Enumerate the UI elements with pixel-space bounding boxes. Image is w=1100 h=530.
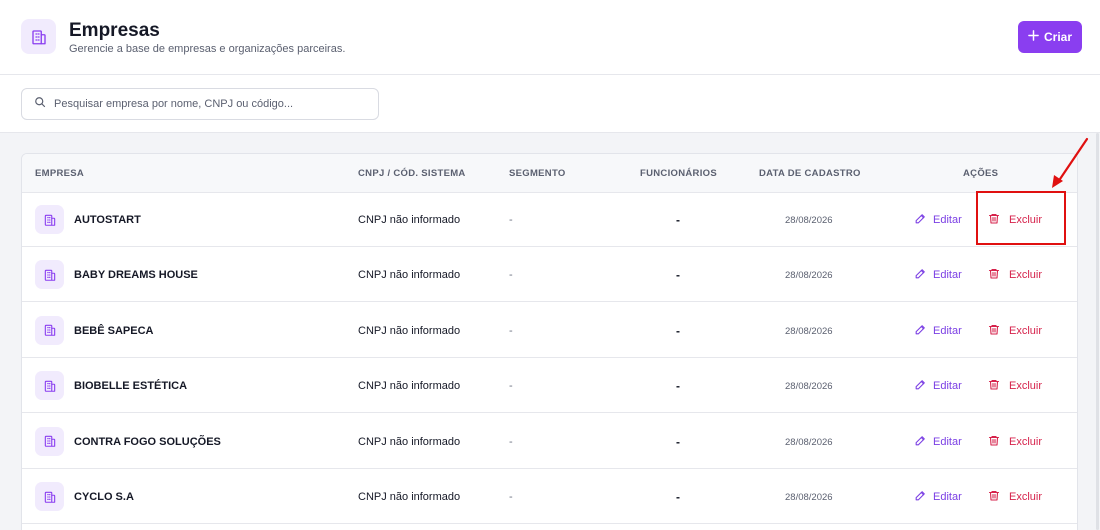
pencil-icon [914, 323, 927, 339]
edit-button[interactable]: Editar [914, 377, 962, 395]
search-input[interactable] [54, 98, 364, 110]
companies-table: EMPRESA CNPJ / CÓD. SISTEMA SEGMENTO FUN… [21, 153, 1078, 530]
edit-button-label: Editar [933, 269, 962, 282]
company-name: BIOBELLE ESTÉTICA [74, 380, 188, 393]
segment-value: - [509, 380, 513, 393]
delete-button-label: Excluir [1009, 380, 1043, 393]
edit-button[interactable]: Editar [914, 433, 962, 451]
delete-button-label: Excluir [1009, 435, 1043, 448]
table-row[interactable]: CONTRA FOGO SOLUÇÕES CNPJ não informado - -… [22, 414, 1077, 469]
column-header-empresa: EMPRESA [35, 168, 85, 179]
building-icon [35, 482, 64, 511]
page-header: Empresas Gerencie a base de empresas e o… [0, 0, 1100, 75]
delete-button[interactable]: Excluir [988, 433, 1042, 451]
cnpj-value: CNPJ não informado [358, 491, 461, 503]
page-subtitle: Gerencie a base de empresas e organizaçõ… [69, 43, 346, 55]
delete-button[interactable]: Excluir [988, 211, 1042, 229]
delete-button-label: Excluir [1009, 324, 1043, 337]
page-title: Empresas [69, 20, 160, 41]
registration-date: 28/08/2026 [785, 270, 833, 282]
building-icon [35, 371, 64, 401]
employees-value: - [676, 213, 680, 227]
segment-value: - [509, 269, 513, 282]
pencil-icon [914, 267, 927, 283]
pencil-icon [914, 489, 927, 505]
search-field[interactable] [21, 88, 379, 120]
column-header-acoes: AÇÕES [963, 168, 999, 179]
segment-value: - [509, 435, 513, 448]
create-button-label: Criar [1043, 30, 1072, 44]
company-name: AUTOSTART [74, 214, 141, 226]
registration-date: 28/08/2026 [785, 325, 833, 337]
table-row[interactable]: BEBÊ SAPECA CNPJ não informado - - 28/08/202… [22, 303, 1077, 358]
delete-button-label: Excluir [1009, 491, 1043, 503]
employees-value: - [676, 268, 680, 283]
pencil-icon [914, 434, 927, 450]
trash-icon [988, 489, 1000, 505]
registration-date: 28/08/2026 [785, 381, 833, 393]
scrollbar-thumb[interactable] [1096, 133, 1099, 530]
pencil-icon [914, 212, 927, 228]
segment-value: - [509, 214, 513, 226]
registration-date: 28/08/2026 [785, 492, 833, 503]
edit-button-label: Editar [933, 214, 962, 226]
cnpj-value: CNPJ não informado [358, 435, 461, 448]
trash-icon [988, 434, 1000, 450]
delete-button[interactable]: Excluir [988, 322, 1042, 340]
company-name: CONTRA FOGO SOLUÇÕES [74, 435, 221, 448]
edit-button-label: Editar [933, 380, 962, 393]
edit-button-label: Editar [933, 435, 962, 448]
edit-button[interactable]: Editar [914, 266, 962, 284]
table-row[interactable]: AUTOSTART CNPJ não informado - - 28/08/2026 E… [22, 192, 1077, 247]
cnpj-value: CNPJ não informado [358, 380, 461, 393]
registration-date: 28/08/2026 [785, 215, 833, 226]
delete-button[interactable]: Excluir [988, 266, 1042, 284]
column-header-segmento: SEGMENTO [509, 168, 566, 179]
cnpj-value: CNPJ não informado [358, 214, 461, 226]
trash-icon [988, 323, 1000, 339]
edit-button-label: Editar [933, 324, 962, 337]
table-row[interactable]: BIOBELLE ESTÉTICA CNPJ não informado - - 28/… [22, 358, 1077, 414]
table-header: EMPRESA CNPJ / CÓD. SISTEMA SEGMENTO FUN… [22, 154, 1077, 193]
search-bar [0, 75, 1100, 133]
employees-value: - [676, 434, 680, 449]
edit-button[interactable]: Editar [914, 322, 962, 340]
create-button[interactable]: Criar [1018, 21, 1082, 53]
search-icon [34, 95, 46, 113]
building-icon [21, 19, 56, 54]
column-header-data-cadastro: DATA DE CADASTRO [759, 168, 861, 179]
column-header-funcionarios: FUNCIONÁRIOS [640, 168, 717, 179]
company-name: CYCLO S.A [74, 491, 134, 503]
segment-value: - [509, 491, 513, 503]
edit-button-label: Editar [933, 491, 962, 503]
employees-value: - [676, 323, 680, 338]
building-icon [35, 205, 64, 234]
company-name: BABY DREAMS HOUSE [74, 269, 198, 282]
pencil-icon [914, 378, 927, 394]
plus-icon [1028, 30, 1039, 44]
building-icon [35, 315, 64, 345]
delete-button[interactable]: Excluir [988, 377, 1042, 395]
cnpj-value: CNPJ não informado [358, 324, 461, 337]
edit-button[interactable]: Editar [914, 488, 962, 506]
delete-button-label: Excluir [1009, 214, 1043, 226]
trash-icon [988, 378, 1000, 394]
table-row[interactable]: CYCLO S.A CNPJ não informado - - 28/08/2026 E… [22, 469, 1077, 524]
building-icon [35, 426, 64, 456]
registration-date: 28/08/2026 [785, 436, 833, 448]
delete-button-label: Excluir [1009, 269, 1043, 282]
segment-value: - [509, 324, 513, 337]
edit-button[interactable]: Editar [914, 211, 962, 229]
company-name: BEBÊ SAPECA [74, 324, 154, 337]
trash-icon [988, 267, 1000, 283]
employees-value: - [676, 379, 680, 394]
table-row[interactable]: BABY DREAMS HOUSE CNPJ não informado - - 28/… [22, 247, 1077, 303]
employees-value: - [676, 490, 680, 504]
delete-button[interactable]: Excluir [988, 488, 1042, 506]
cnpj-value: CNPJ não informado [358, 269, 461, 282]
trash-icon [988, 212, 1000, 228]
column-header-cnpj: CNPJ / CÓD. SISTEMA [358, 168, 466, 179]
building-icon [35, 260, 64, 290]
